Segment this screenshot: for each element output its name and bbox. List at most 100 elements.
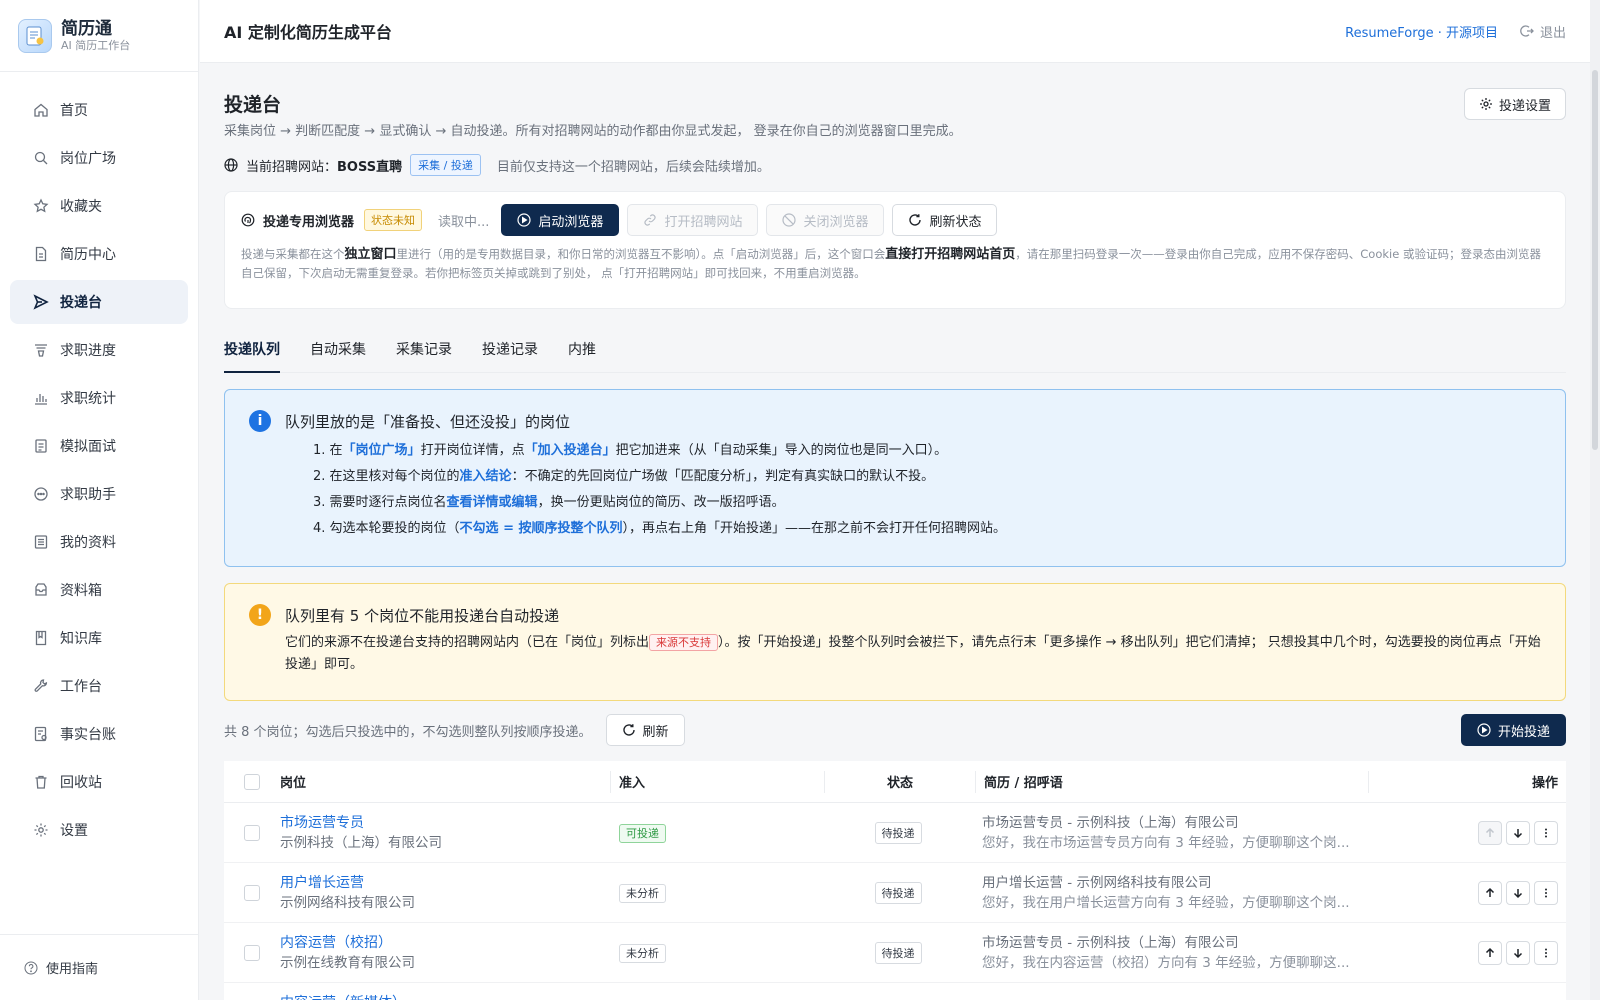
inbox-icon bbox=[32, 581, 50, 599]
step-text: 2. 在这里核对每个岗位的 bbox=[313, 469, 460, 484]
start-delivery-button[interactable]: 开始投递 bbox=[1460, 714, 1566, 746]
table-row: 内容运营（校招） 示例在线教育有限公司 未分析 待投递 市场运营专员 - 示例科技（上海… bbox=[224, 923, 1566, 983]
job-title-link[interactable]: 市场运营专员 bbox=[280, 813, 610, 833]
table-row: 内容运营（新媒体）示例文化传媒有限公司未分析待投递内容运营 - 示例文化传媒有限… bbox=[224, 983, 1566, 1000]
site-capability-tag: 采集 / 投递 bbox=[410, 154, 481, 176]
search-icon bbox=[32, 149, 50, 167]
globe-icon bbox=[224, 158, 238, 172]
sidebar: 简历通 AI 简历工作台 首页岗位广场收藏夹 简历中心投递台求职进度求职统计 模拟面… bbox=[0, 0, 199, 1000]
select-all-checkbox[interactable] bbox=[244, 773, 260, 790]
sidebar-item-6[interactable]: 求职统计 bbox=[10, 376, 188, 420]
tab-1[interactable]: 自动采集 bbox=[310, 331, 366, 372]
sidebar-item-14[interactable]: 回收站 bbox=[10, 760, 188, 804]
info-step-1: 1. 在「岗位广场」打开岗位详情，点「加入投递台」把它加进来（从「自动采集」导入… bbox=[313, 438, 1541, 464]
open-site-button[interactable]: 打开招聘网站 bbox=[627, 204, 759, 236]
move-down-button[interactable] bbox=[1506, 940, 1530, 965]
admission-tag: 可投递 bbox=[619, 823, 666, 843]
sidebar-item-0[interactable]: 首页 bbox=[10, 88, 188, 132]
step-text: 把它加进来（从「自动采集」导入的岗位也是同一入口）。 bbox=[615, 443, 948, 458]
sidebar-item-15[interactable]: 设置 bbox=[10, 808, 188, 852]
topbar: AI 定制化简历生成平台 ResumeForge · 开源项目 退出 bbox=[200, 0, 1590, 63]
job-title-link[interactable]: 内容运营（校招） bbox=[280, 933, 610, 953]
book-icon bbox=[32, 629, 50, 647]
delivery-settings-label: 投递设置 bbox=[1498, 98, 1551, 114]
job-title-link[interactable]: 内容运营（新媒体） bbox=[280, 993, 610, 1000]
header-status: 状态 bbox=[886, 776, 913, 791]
warning-text-part: 它们的来源不在投递台支持的招聘网站内（已在「岗位」列标出 bbox=[285, 635, 650, 650]
sidebar-item-3[interactable]: 简历中心 bbox=[10, 232, 188, 276]
browser-card: 投递专用浏览器 状态未知 读取中... 启动浏览器 打开招聘网站 关闭浏览器 刷… bbox=[224, 191, 1566, 309]
job-title-link[interactable]: 用户增长运营 bbox=[280, 873, 610, 893]
refresh-queue-button[interactable]: 刷新 bbox=[605, 714, 685, 746]
logout-icon bbox=[1520, 24, 1534, 38]
tab-0[interactable]: 投递队列 bbox=[224, 331, 280, 373]
clipboard-icon bbox=[32, 437, 50, 455]
add-to-desk-link[interactable]: 「加入投递台」 bbox=[525, 443, 616, 458]
delivery-settings-button[interactable]: 投递设置 bbox=[1463, 88, 1566, 120]
row-checkbox[interactable] bbox=[244, 944, 260, 961]
step-text: ，换一份更贴岗位的简历、改一版招呼语。 bbox=[537, 495, 785, 510]
sidebar-item-label: 事实台账 bbox=[60, 727, 116, 743]
more-vertical-icon bbox=[1540, 887, 1552, 899]
page-description: 采集岗位 → 判断匹配度 → 显式确认 → 自动投递。所有对招聘网站的动作都由你… bbox=[224, 124, 962, 139]
row-checkbox[interactable] bbox=[244, 824, 260, 841]
header-ops: 操作 bbox=[1531, 776, 1558, 791]
brand[interactable]: 简历通 AI 简历工作台 bbox=[0, 0, 198, 72]
sidebar-item-5[interactable]: 求职进度 bbox=[10, 328, 188, 372]
move-down-button[interactable] bbox=[1506, 880, 1530, 905]
sidebar-item-7[interactable]: 模拟面试 bbox=[10, 424, 188, 468]
arrow-down-icon bbox=[1512, 947, 1524, 959]
queue-info-box: i 队列里放的是「准备投、但还没投」的岗位 1. 在「岗位广场」打开岗位详情，点… bbox=[224, 389, 1566, 567]
sidebar-item-12[interactable]: 工作台 bbox=[10, 664, 188, 708]
tab-2[interactable]: 采集记录 bbox=[396, 331, 452, 372]
sidebar-item-label: 岗位广场 bbox=[60, 151, 116, 167]
sidebar-item-2[interactable]: 收藏夹 bbox=[10, 184, 188, 228]
page-scrollbar[interactable] bbox=[1590, 0, 1600, 1000]
info-title: 队列里放的是「准备投、但还没投」的岗位 bbox=[285, 412, 571, 431]
more-actions-button[interactable] bbox=[1534, 880, 1558, 905]
document-icon bbox=[32, 245, 50, 263]
sidebar-item-label: 首页 bbox=[60, 103, 88, 119]
row-checkbox[interactable] bbox=[244, 884, 260, 901]
job-plaza-link[interactable]: 「岗位广场」 bbox=[343, 443, 421, 458]
sidebar-item-13[interactable]: 事实台账 bbox=[10, 712, 188, 756]
sidebar-item-11[interactable]: 知识库 bbox=[10, 616, 188, 660]
logout-button[interactable]: 退出 bbox=[1520, 22, 1566, 41]
header-resume: 简历 / 招呼语 bbox=[984, 776, 1063, 791]
scrollbar-thumb[interactable] bbox=[1592, 70, 1598, 450]
move-up-button[interactable] bbox=[1478, 940, 1502, 965]
sidebar-item-label: 我的资料 bbox=[60, 535, 116, 551]
step-highlight: 准入结论 bbox=[459, 469, 512, 484]
sidebar-item-8[interactable]: 求职助手 bbox=[10, 472, 188, 516]
refresh-icon bbox=[908, 213, 922, 227]
sidebar-item-label: 求职进度 bbox=[60, 343, 116, 359]
start-browser-button[interactable]: 启动浏览器 bbox=[501, 204, 620, 236]
ban-icon bbox=[782, 213, 797, 227]
tab-3[interactable]: 投递记录 bbox=[482, 331, 538, 372]
move-down-button[interactable] bbox=[1506, 820, 1530, 845]
refresh-status-button[interactable]: 刷新状态 bbox=[892, 204, 998, 236]
sidebar-item-label: 投递台 bbox=[60, 295, 102, 311]
move-up-button[interactable] bbox=[1478, 820, 1502, 845]
tab-4[interactable]: 内推 bbox=[568, 331, 596, 372]
fingerprint-icon bbox=[241, 213, 255, 227]
more-vertical-icon bbox=[1540, 947, 1552, 959]
sidebar-item-9[interactable]: 我的资料 bbox=[10, 520, 188, 564]
user-guide-link[interactable]: 使用指南 bbox=[0, 934, 198, 1000]
open-source-link[interactable]: ResumeForge · 开源项目 bbox=[1345, 22, 1498, 41]
move-up-button[interactable] bbox=[1478, 880, 1502, 905]
step-text: 4. 勾选本轮要投的岗位（ bbox=[313, 521, 460, 536]
close-browser-button[interactable]: 关闭浏览器 bbox=[766, 204, 885, 236]
more-actions-button[interactable] bbox=[1534, 820, 1558, 845]
sidebar-item-1[interactable]: 岗位广场 bbox=[10, 136, 188, 180]
sidebar-item-4[interactable]: 投递台 bbox=[10, 280, 188, 324]
logout-label: 退出 bbox=[1539, 25, 1566, 41]
warning-icon: ! bbox=[249, 604, 271, 626]
close-browser-label: 关闭浏览器 bbox=[803, 214, 869, 230]
table-row: 用户增长运营 示例网络科技有限公司 未分析 待投递 用户增长运营 - 示例网络科技有限公… bbox=[224, 863, 1566, 923]
sidebar-item-10[interactable]: 资料箱 bbox=[10, 568, 188, 612]
browser-desc-part: 里进行（用的是专用数据目录，和你日常的浏览器互不影响）。点「启动浏览器」后，这个… bbox=[396, 247, 886, 261]
warning-title: 队列里有 5 个岗位不能用投递台自动投递 bbox=[285, 606, 560, 625]
more-actions-button[interactable] bbox=[1534, 940, 1558, 965]
platform-title: AI 定制化简历生成平台 bbox=[224, 23, 392, 42]
